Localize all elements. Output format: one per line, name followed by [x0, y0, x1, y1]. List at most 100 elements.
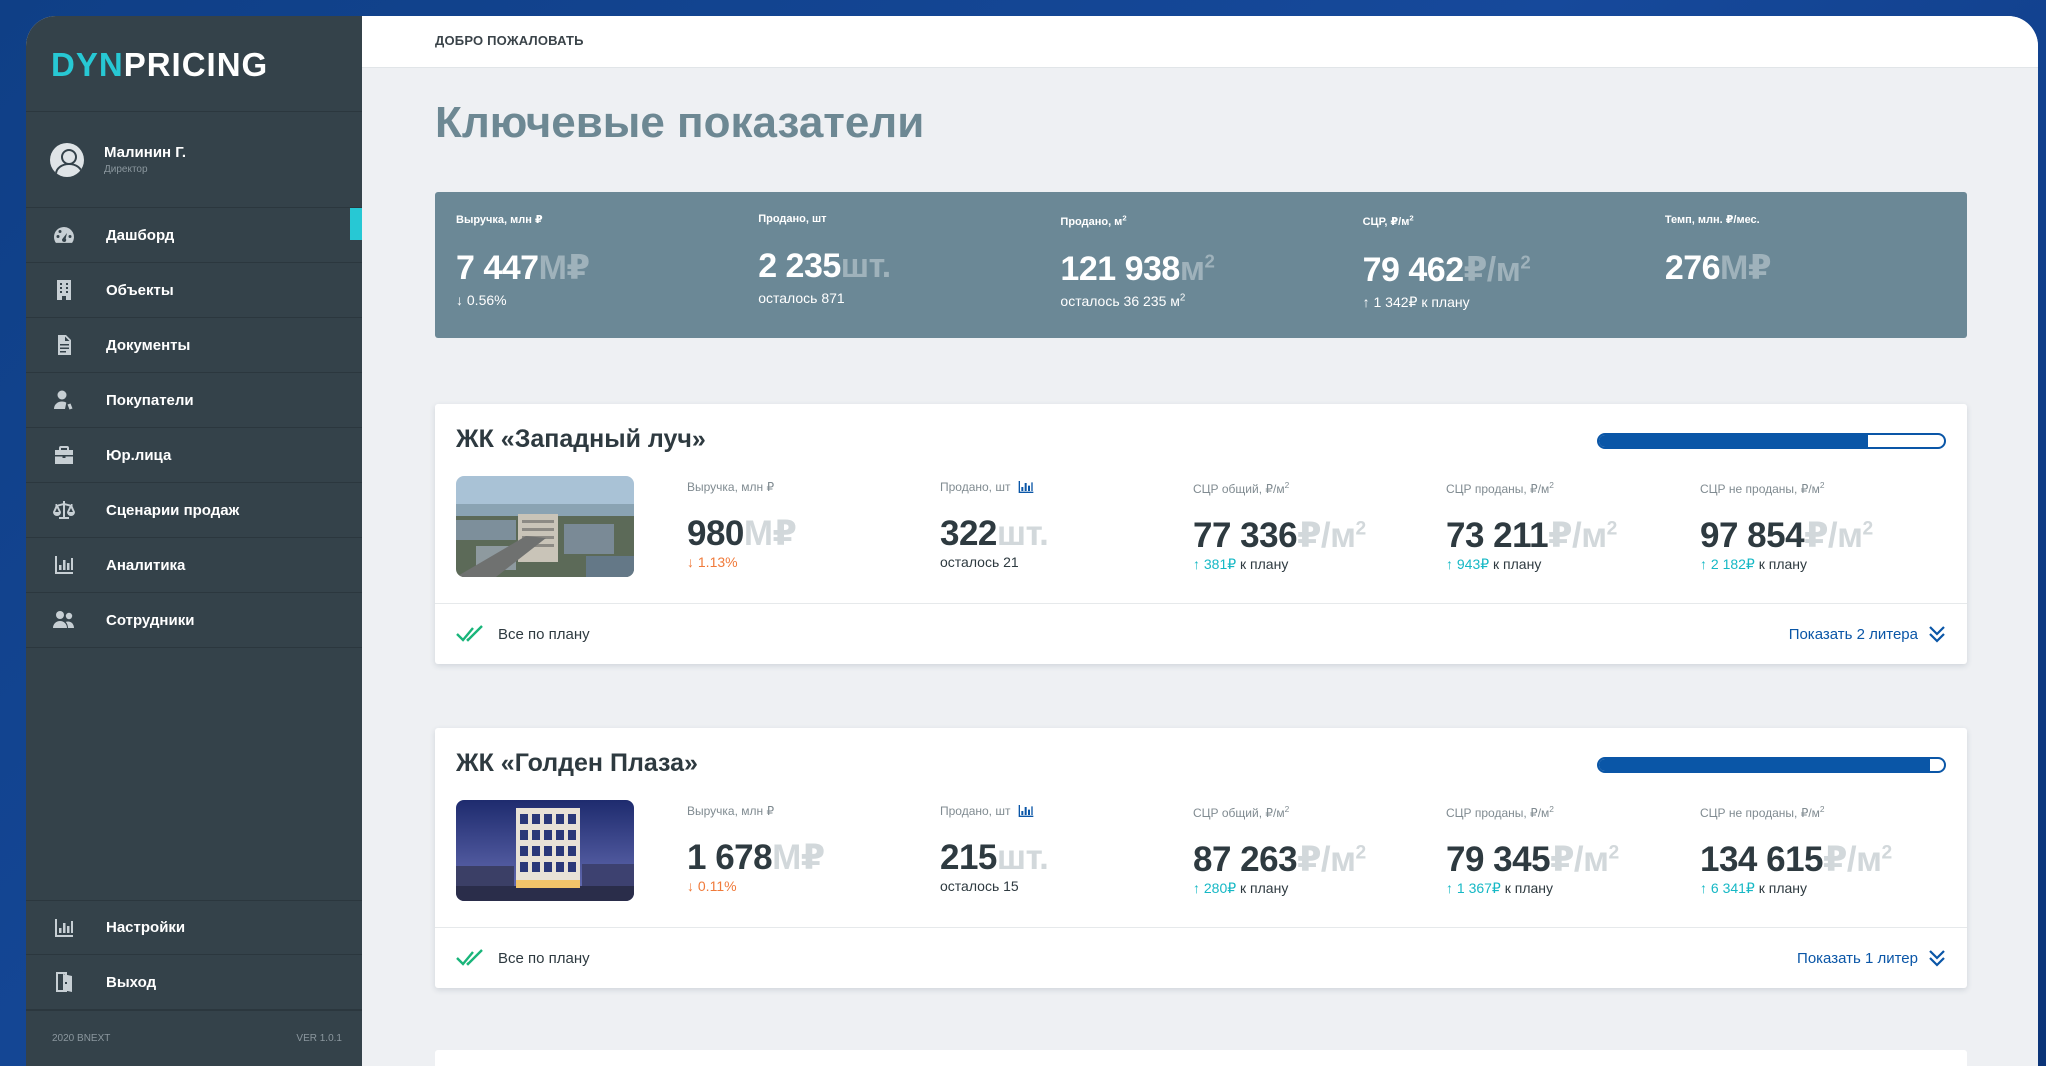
- nav-label: Документы: [106, 336, 191, 354]
- kpi-4: Темп, млн. ₽/мес. 276М₽: [1665, 213, 1967, 338]
- kpi-value: 7 447М₽: [456, 249, 590, 287]
- sidebar-bottom-item-0[interactable]: Настройки: [26, 900, 362, 955]
- metric-label: СЦР общий, ₽/м2: [1193, 480, 1290, 496]
- metric-note: к плану: [1500, 880, 1554, 896]
- project-title[interactable]: ЖК «Западный луч»: [456, 425, 706, 454]
- kpi-sub: осталось 36 235 м2: [1060, 292, 1186, 310]
- sidebar-bottom-nav: Настройки Выход: [26, 900, 362, 1010]
- project-photo[interactable]: [456, 476, 634, 577]
- metric-trend: ↑ 280₽: [1193, 880, 1237, 896]
- version: VER 1.0.1: [296, 1033, 342, 1044]
- double-chevron-down-icon: [1929, 626, 1945, 643]
- bar-chart-icon[interactable]: [1018, 804, 1034, 818]
- kpi-panel: Выручка, млн ₽ 7 447М₽ ↓ 0.56% Продано, шт 2…: [435, 192, 1967, 338]
- sidebar-item-1[interactable]: Объекты: [26, 263, 362, 318]
- bar-chart-icon: [50, 553, 78, 577]
- kpi-label: Продано, м2: [1060, 213, 1127, 228]
- show-liters-label: Показать 2 литера: [1788, 625, 1918, 643]
- metric-label: СЦР проданы, ₽/м2: [1446, 480, 1554, 496]
- progress-fill: [1599, 435, 1869, 447]
- nav-label: Выход: [106, 973, 157, 991]
- show-liters-link[interactable]: Показать 2 литера: [1789, 624, 1946, 644]
- metric-label: Выручка, млн ₽: [687, 480, 775, 494]
- sidebar-item-3[interactable]: Покупатели: [26, 373, 362, 428]
- main-content: ДОБРО ПОЖАЛОВАТЬ Ключевые показатели Выр…: [362, 16, 2038, 1066]
- project-card: ЖК «Голден Плаза» Выручка, млн ₽ 1 678М₽ ↓ …: [435, 728, 1967, 988]
- page-title: Ключевые показатели: [435, 98, 925, 147]
- metric-note: осталось 21: [940, 554, 1019, 570]
- metric-label: СЦР общий, ₽/м2: [1193, 804, 1290, 820]
- sidebar: DYNPRICING Малинин Г. Директор Дашборд Об…: [26, 16, 362, 1066]
- nav-label: Юр.лица: [106, 446, 172, 464]
- welcome-text: ДОБРО ПОЖАЛОВАТЬ: [435, 33, 584, 48]
- metric-sub: ↓ 0.11%: [687, 878, 825, 894]
- sidebar-item-4[interactable]: Юр.лица: [26, 428, 362, 483]
- project-metric-3: СЦР проданы, ₽/м2 73 211₽/м2 ↑ 943₽ к план…: [1446, 480, 1617, 573]
- sidebar-footer: 2020 BNEXT VER 1.0.1: [26, 1010, 362, 1066]
- nav-label: Аналитика: [106, 556, 186, 574]
- topbar: ДОБРО ПОЖАЛОВАТЬ: [362, 16, 2038, 68]
- metric-trend: ↓ 1.13%: [687, 554, 738, 570]
- project-metric-1: Продано, шт 215шт. осталось 15: [940, 804, 1049, 894]
- metric-value: 1 678М₽: [687, 838, 825, 877]
- metric-value: 77 336₽/м2: [1193, 516, 1366, 555]
- double-check-icon: [456, 625, 483, 642]
- sidebar-item-2[interactable]: Документы: [26, 318, 362, 373]
- sidebar-item-7[interactable]: Сотрудники: [26, 593, 362, 648]
- metric-trend: ↓ 0.11%: [687, 878, 737, 894]
- metric-sub: ↑ 943₽ к плану: [1446, 556, 1617, 573]
- bar-chart-icon[interactable]: [1018, 480, 1034, 494]
- sidebar-item-6[interactable]: Аналитика: [26, 538, 362, 593]
- kpi-value: 2 235шт.: [758, 247, 891, 285]
- show-liters-link[interactable]: Показать 1 литер: [1797, 948, 1946, 968]
- metric-value: 134 615₽/м2: [1700, 840, 1892, 879]
- progress-fill: [1599, 759, 1931, 771]
- kpi-label: Выручка, млн ₽: [456, 214, 543, 226]
- project-metric-4: СЦР не проданы, ₽/м2 134 615₽/м2 ↑ 6 341₽ …: [1700, 804, 1892, 897]
- metric-note: к плану: [1236, 880, 1289, 896]
- metric-note: к плану: [1754, 556, 1808, 572]
- document-icon: [50, 333, 78, 357]
- metric-value: 79 345₽/м2: [1446, 840, 1619, 879]
- metric-note: осталось 15: [940, 878, 1019, 894]
- plan-status-label: Все по плану: [498, 949, 590, 967]
- sidebar-item-5[interactable]: Сценарии продаж: [26, 483, 362, 538]
- metric-sub: ↑ 6 341₽ к плану: [1700, 880, 1892, 897]
- kpi-3: СЦР, ₽/м2 79 462₽/м2 ↑ 1 342₽ к плану: [1363, 213, 1665, 338]
- sidebar-bottom: Настройки Выход 2020 BNEXT VER 1.0.1: [26, 900, 362, 1066]
- kpi-2: Продано, м2 121 938м2 осталось 36 235 м2: [1060, 213, 1362, 338]
- metric-note: к плану: [1754, 880, 1808, 896]
- metric-value: 322шт.: [940, 514, 1049, 553]
- briefcase-icon: [50, 443, 78, 467]
- sidebar-item-0[interactable]: Дашборд: [26, 208, 362, 263]
- metric-value: 215шт.: [940, 838, 1049, 877]
- kpi-value: 276М₽: [1664, 249, 1772, 287]
- sidebar-bottom-item-1[interactable]: Выход: [26, 955, 362, 1010]
- metric-trend: ↑ 1 367₽: [1446, 880, 1501, 896]
- project-progress-bar: [1597, 757, 1946, 773]
- kpi-1: Продано, шт 2 235шт. осталось 871: [758, 213, 1060, 338]
- kpi-label: СЦР, ₽/м2: [1362, 213, 1414, 228]
- project-title[interactable]: ЖК «Голден Плаза»: [456, 749, 698, 778]
- show-liters-label: Показать 1 литер: [1797, 949, 1918, 967]
- metric-trend: ↑ 381₽: [1193, 556, 1237, 572]
- sidebar-nav: Дашборд Объекты Документы Покупатели Юр.лица…: [26, 208, 362, 648]
- metric-trend: ↑ 6 341₽: [1700, 880, 1755, 896]
- project-metric-0: Выручка, млн ₽ 980М₽ ↓ 1.13%: [687, 480, 797, 570]
- project-metric-2: СЦР общий, ₽/м2 77 336₽/м2 ↑ 381₽ к плану: [1193, 480, 1366, 573]
- metric-label: СЦР не проданы, ₽/м2: [1700, 480, 1825, 496]
- metric-sub: ↑ 1 367₽ к плану: [1446, 880, 1619, 897]
- kpi-value: 79 462₽/м2: [1362, 250, 1531, 289]
- user-profile[interactable]: Малинин Г. Директор: [26, 112, 362, 208]
- kpi-0: Выручка, млн ₽ 7 447М₽ ↓ 0.56%: [456, 213, 758, 338]
- scales-icon: [50, 498, 78, 522]
- user-role: Директор: [104, 164, 148, 175]
- logo[interactable]: DYNPRICING: [26, 16, 362, 112]
- project-photo[interactable]: [456, 800, 634, 901]
- metric-sub: ↓ 1.13%: [687, 554, 796, 570]
- metric-trend: ↑ 943₽: [1446, 556, 1490, 572]
- metric-note: к плану: [1236, 556, 1289, 572]
- metric-value: 980М₽: [687, 514, 797, 553]
- project-metric-4: СЦР не проданы, ₽/м2 97 854₽/м2 ↑ 2 182₽ к…: [1700, 480, 1873, 573]
- metric-sub: ↑ 381₽ к плану: [1193, 556, 1366, 573]
